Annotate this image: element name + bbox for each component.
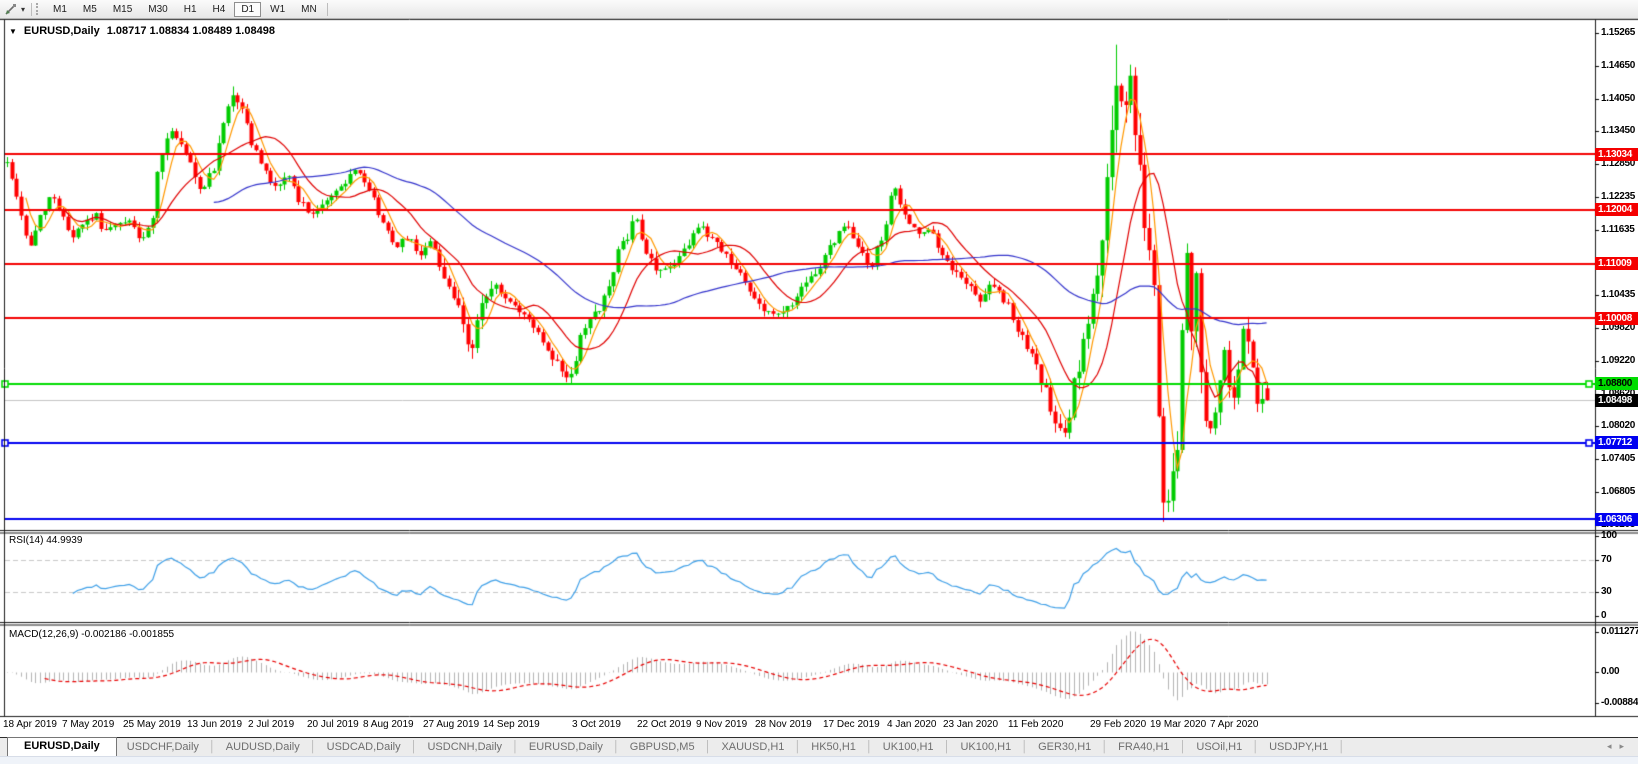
tab-separator: │ bbox=[512, 741, 519, 753]
timeframe-button-d1[interactable]: D1 bbox=[234, 1, 262, 17]
chart-tab-audusd-daily[interactable]: AUDUSD,Daily bbox=[216, 739, 310, 756]
chart-tab-gbpusd-m5[interactable]: GBPUSD,M5 bbox=[620, 739, 705, 756]
tab-separator: │ bbox=[612, 741, 620, 753]
timeframe-button-mn[interactable]: MN bbox=[294, 2, 324, 17]
timeframe-button-m30[interactable]: M30 bbox=[141, 2, 174, 17]
tab-separator: │ bbox=[1338, 741, 1346, 753]
chart-tab-ger30-h1[interactable]: GER30,H1 bbox=[1028, 739, 1101, 756]
trendline-tool-icon[interactable] bbox=[0, 3, 20, 16]
chart-tab-hk50-h1[interactable]: HK50,H1 bbox=[801, 739, 866, 756]
chart-tab-usdcad-daily[interactable]: USDCAD,Daily bbox=[317, 739, 411, 756]
timeframe-button-h1[interactable]: H1 bbox=[177, 2, 204, 17]
chart-tab-bar: EURUSD,Daily USDCHF,Daily │ AUDUSD,Daily │ US… bbox=[0, 737, 1638, 756]
toolbar-caret-icon[interactable]: ▾ bbox=[20, 5, 29, 14]
toolbar-grip bbox=[36, 3, 41, 15]
timeframe-button-m5[interactable]: M5 bbox=[76, 2, 104, 17]
tab-separator: │ bbox=[1021, 741, 1029, 753]
timeframe-button-h4[interactable]: H4 bbox=[206, 2, 233, 17]
timeframe-button-m15[interactable]: M15 bbox=[106, 2, 139, 17]
tab-separator: │ bbox=[1252, 741, 1260, 753]
tab-separator: │ bbox=[794, 741, 802, 753]
tab-separator: │ bbox=[1101, 741, 1109, 753]
chart-tab-uk100-h1[interactable]: UK100,H1 bbox=[873, 739, 944, 756]
tabs-scroll-left-icon[interactable]: ◂ bbox=[1607, 741, 1620, 751]
chart-tab-usdcnh-daily[interactable]: USDCNH,Daily bbox=[417, 739, 512, 756]
chart-tab-xauusd-h1[interactable]: XAUUSD,H1 bbox=[711, 739, 794, 756]
chart-tab-usoil-h1[interactable]: USOil,H1 bbox=[1186, 739, 1252, 756]
toolbar-separator bbox=[31, 2, 33, 16]
chart-tab-fra40-h1[interactable]: FRA40,H1 bbox=[1108, 739, 1179, 756]
tab-separator: │ bbox=[309, 741, 317, 753]
chart-tab-eurusd-daily[interactable]: EURUSD,Daily bbox=[519, 739, 613, 756]
price-chart-canvas[interactable] bbox=[0, 0, 1638, 763]
timeframe-button-m1[interactable]: M1 bbox=[46, 2, 74, 17]
tabs-scroll-right-icon[interactable]: ▸ bbox=[1619, 741, 1632, 751]
chart-tab-usdchf-daily[interactable]: USDCHF,Daily bbox=[117, 739, 209, 756]
tab-separator: │ bbox=[410, 741, 418, 753]
chart-tab-usdjpy-h1[interactable]: USDJPY,H1 bbox=[1259, 739, 1338, 756]
timeframe-toolbar: M1 M5 M15 M30 H1 H4 D1 W1 MN bbox=[45, 1, 325, 17]
tab-separator: │ bbox=[704, 741, 712, 753]
tab-separator: │ bbox=[865, 741, 873, 753]
toolbar-separator bbox=[326, 2, 328, 16]
tab-separator: │ bbox=[208, 741, 216, 753]
chart-tab-uk100-h1[interactable]: UK100,H1 bbox=[950, 739, 1021, 756]
tab-separator: │ bbox=[1179, 741, 1187, 753]
chart-tab-eurusd-daily[interactable]: EURUSD,Daily bbox=[7, 737, 117, 756]
tab-separator: │ bbox=[943, 741, 951, 753]
timeframe-button-w1[interactable]: W1 bbox=[263, 2, 292, 17]
toolbar: ▾ M1 M5 M15 M30 H1 H4 D1 W1 MN bbox=[0, 0, 1638, 19]
